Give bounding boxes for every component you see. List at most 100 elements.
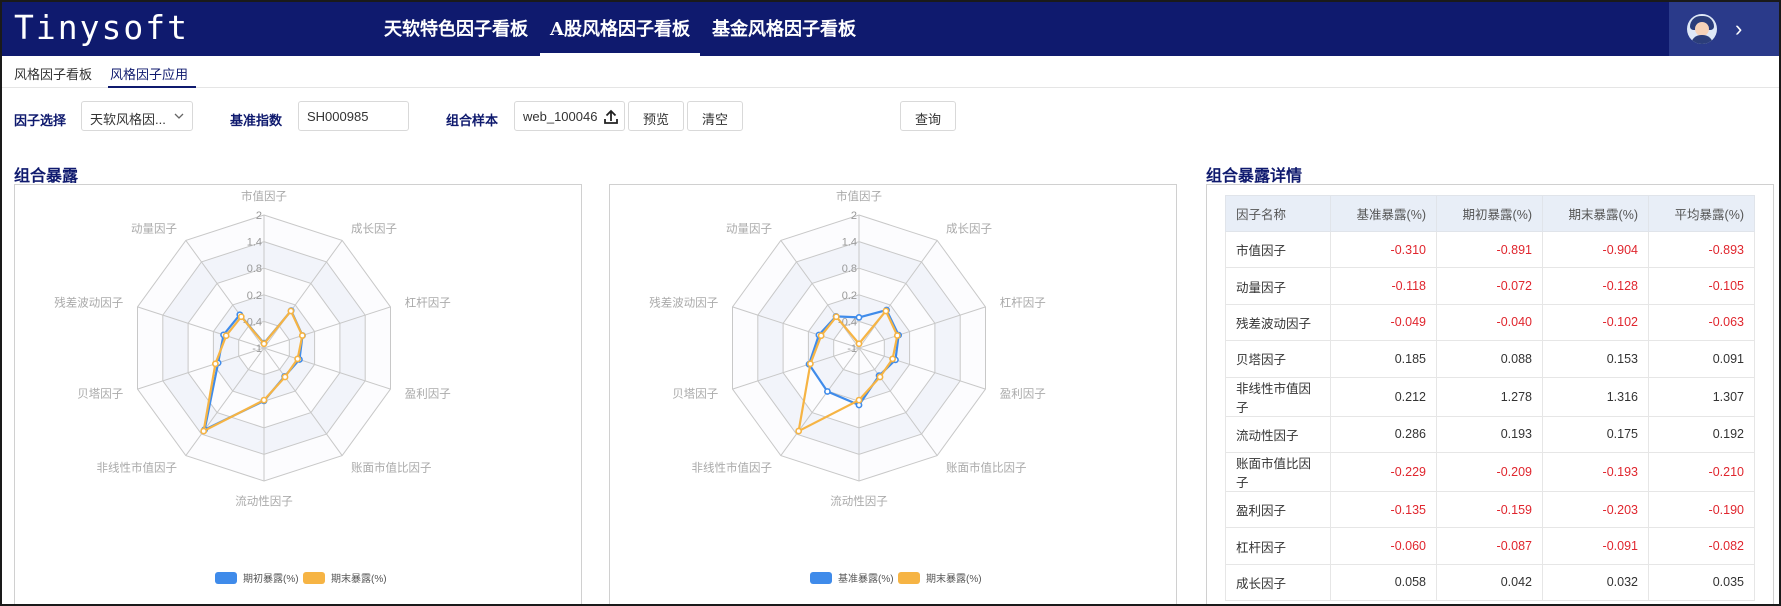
- exposure-value-cell: 0.192: [1648, 415, 1755, 453]
- exposure-value-cell: 0.091: [1648, 340, 1755, 378]
- exposure-value-cell: 0.035: [1648, 563, 1755, 602]
- user-menu[interactable]: ›: [1669, 2, 1779, 56]
- nav-item-a-share-style[interactable]: A股风格因子看板: [540, 2, 700, 56]
- detail-section-title: 组合暴露详情: [1206, 168, 1303, 185]
- exposure-value-cell: 0.212: [1330, 376, 1437, 417]
- radar-series-point[interactable]: [889, 355, 897, 363]
- legend-label[interactable]: 期末暴露(%): [331, 572, 387, 585]
- radar-indicator-label: 成长因子: [351, 222, 397, 235]
- benchmark-input[interactable]: SH000985: [298, 101, 409, 131]
- radar-series-point[interactable]: [211, 360, 219, 368]
- factor-name-cell: 杠杆因子: [1225, 527, 1331, 565]
- radar-indicator-label: 非线性市值因子: [692, 461, 773, 475]
- exposure-value-cell: -0.087: [1436, 527, 1543, 565]
- column-header: 平均暴露(%): [1648, 195, 1755, 232]
- radar-series-point[interactable]: [795, 427, 803, 435]
- radar-chart-left: -1-0.40.20.81.42市值因子成长因子杠杆因子盈利因子账面市值比因子流…: [54, 189, 451, 585]
- radar-series-point[interactable]: [817, 332, 825, 340]
- exposure-value-cell: 0.193: [1436, 415, 1543, 453]
- radar-series-point[interactable]: [294, 355, 302, 363]
- preview-button[interactable]: 预览: [628, 101, 684, 131]
- legend-swatch[interactable]: [215, 572, 237, 584]
- radar-tick-label: 0.2: [247, 290, 262, 302]
- radar-series-point[interactable]: [260, 396, 268, 404]
- radar-series-point[interactable]: [855, 396, 863, 404]
- radar-series-point[interactable]: [893, 332, 901, 339]
- radar-series-point[interactable]: [287, 307, 295, 315]
- radar-series-point[interactable]: [876, 373, 884, 381]
- factor-name-cell: 账面市值比因子: [1225, 451, 1331, 492]
- chevron-right-icon[interactable]: ›: [1735, 18, 1742, 40]
- radar-series-point[interactable]: [855, 314, 863, 321]
- main-nav: 天软特色因子看板 A股风格因子看板 基金风格因子看板: [374, 2, 868, 56]
- exposure-value-cell: -0.040: [1436, 303, 1543, 342]
- top-navbar: Tinysoft 天软特色因子看板 A股风格因子看板 基金风格因子看板 ›: [2, 2, 1779, 56]
- radar-indicator-label: 盈利因子: [405, 388, 451, 401]
- radar-indicator-label: 流动性因子: [830, 494, 888, 508]
- radar-tick-label: 0.2: [842, 290, 857, 302]
- sample-input[interactable]: web_100046: [514, 101, 625, 131]
- radar-series-point[interactable]: [824, 388, 831, 395]
- exposure-value-cell: 0.185: [1330, 340, 1437, 378]
- table-row: 盈利因子 -0.135 -0.159 -0.203 -0.190: [1225, 490, 1755, 529]
- factor-select[interactable]: 天软风格因...: [81, 101, 193, 131]
- legend-swatch[interactable]: [898, 572, 920, 584]
- factor-select-value: 天软风格因...: [90, 112, 166, 127]
- clear-button[interactable]: 清空: [687, 101, 743, 131]
- factor-name-cell: 贝塔因子: [1225, 340, 1331, 378]
- exposure-value-cell: -0.128: [1542, 267, 1649, 305]
- radar-indicator-label: 残差波动因子: [649, 295, 718, 309]
- tab-style-factor-application[interactable]: 风格因子应用: [108, 56, 197, 88]
- exposure-value-cell: -0.060: [1330, 527, 1437, 565]
- radar-series-point[interactable]: [855, 340, 863, 348]
- exposure-value-cell: 0.286: [1330, 415, 1437, 453]
- radar-series-point[interactable]: [298, 332, 306, 339]
- legend-label[interactable]: 期初暴露(%): [243, 572, 299, 585]
- exposure-value-cell: 0.153: [1542, 340, 1649, 378]
- factor-name-cell: 盈利因子: [1225, 490, 1331, 529]
- radar-series-point[interactable]: [222, 332, 230, 340]
- exposure-value-cell: 0.175: [1542, 415, 1649, 453]
- exposure-value-cell: -0.310: [1330, 230, 1437, 269]
- radar-indicator-label: 贝塔因子: [77, 388, 123, 401]
- sample-value: web_100046: [523, 109, 598, 124]
- column-header: 期初暴露(%): [1436, 195, 1543, 232]
- legend-label[interactable]: 基准暴露(%): [838, 572, 894, 585]
- radar-series-point[interactable]: [237, 313, 245, 321]
- radar-series-point[interactable]: [806, 360, 814, 368]
- radar-series-point[interactable]: [200, 427, 208, 435]
- exposure-value-cell: -0.082: [1648, 527, 1755, 565]
- radar-indicator-label: 盈利因子: [1000, 388, 1046, 401]
- nav-item-fund-style[interactable]: 基金风格因子看板: [702, 2, 866, 56]
- chevron-down-icon: [174, 113, 184, 119]
- radar-tick-label: 1.4: [247, 237, 262, 249]
- column-header: 期末暴露(%): [1542, 195, 1649, 232]
- avatar[interactable]: [1687, 14, 1717, 44]
- tab-style-factor-board[interactable]: 风格因子看板: [12, 56, 100, 88]
- table-row: 市值因子 -0.310 -0.891 -0.904 -0.893: [1225, 230, 1755, 269]
- radar-indicator-label: 市值因子: [836, 189, 882, 203]
- radar-tick-label: 0.8: [247, 263, 262, 275]
- exposure-value-cell: -0.229: [1330, 451, 1437, 492]
- exposure-value-cell: -0.159: [1436, 490, 1543, 529]
- upload-icon[interactable]: [603, 108, 619, 125]
- exposure-value-cell: -0.135: [1330, 490, 1437, 529]
- query-button[interactable]: 查询: [900, 101, 956, 131]
- radar-series-point[interactable]: [281, 373, 289, 381]
- table-row: 动量因子 -0.118 -0.072 -0.128 -0.105: [1225, 267, 1755, 305]
- radar-chart-right: -1-0.40.20.81.42市值因子成长因子杠杆因子盈利因子账面市值比因子流…: [649, 189, 1046, 585]
- legend-swatch[interactable]: [303, 572, 325, 584]
- radar-tick-label: -1: [252, 343, 262, 355]
- sample-label: 组合样本: [446, 113, 499, 128]
- radar-series-point[interactable]: [882, 307, 890, 315]
- radar-series-point[interactable]: [832, 313, 840, 321]
- exposure-table: 因子名称 基准暴露(%) 期初暴露(%) 期末暴露(%) 平均暴露(%) 市值因…: [1225, 195, 1755, 602]
- radar-indicator-label: 市值因子: [241, 189, 287, 203]
- exposure-value-cell: -0.210: [1648, 451, 1755, 492]
- exposure-value-cell: 1.307: [1648, 376, 1755, 417]
- nav-item-tinysoft-factors[interactable]: 天软特色因子看板: [374, 2, 538, 56]
- exposure-section-title: 组合暴露: [14, 168, 79, 185]
- legend-swatch[interactable]: [810, 572, 832, 584]
- radar-series-point[interactable]: [260, 340, 268, 348]
- legend-label[interactable]: 期末暴露(%): [926, 572, 982, 585]
